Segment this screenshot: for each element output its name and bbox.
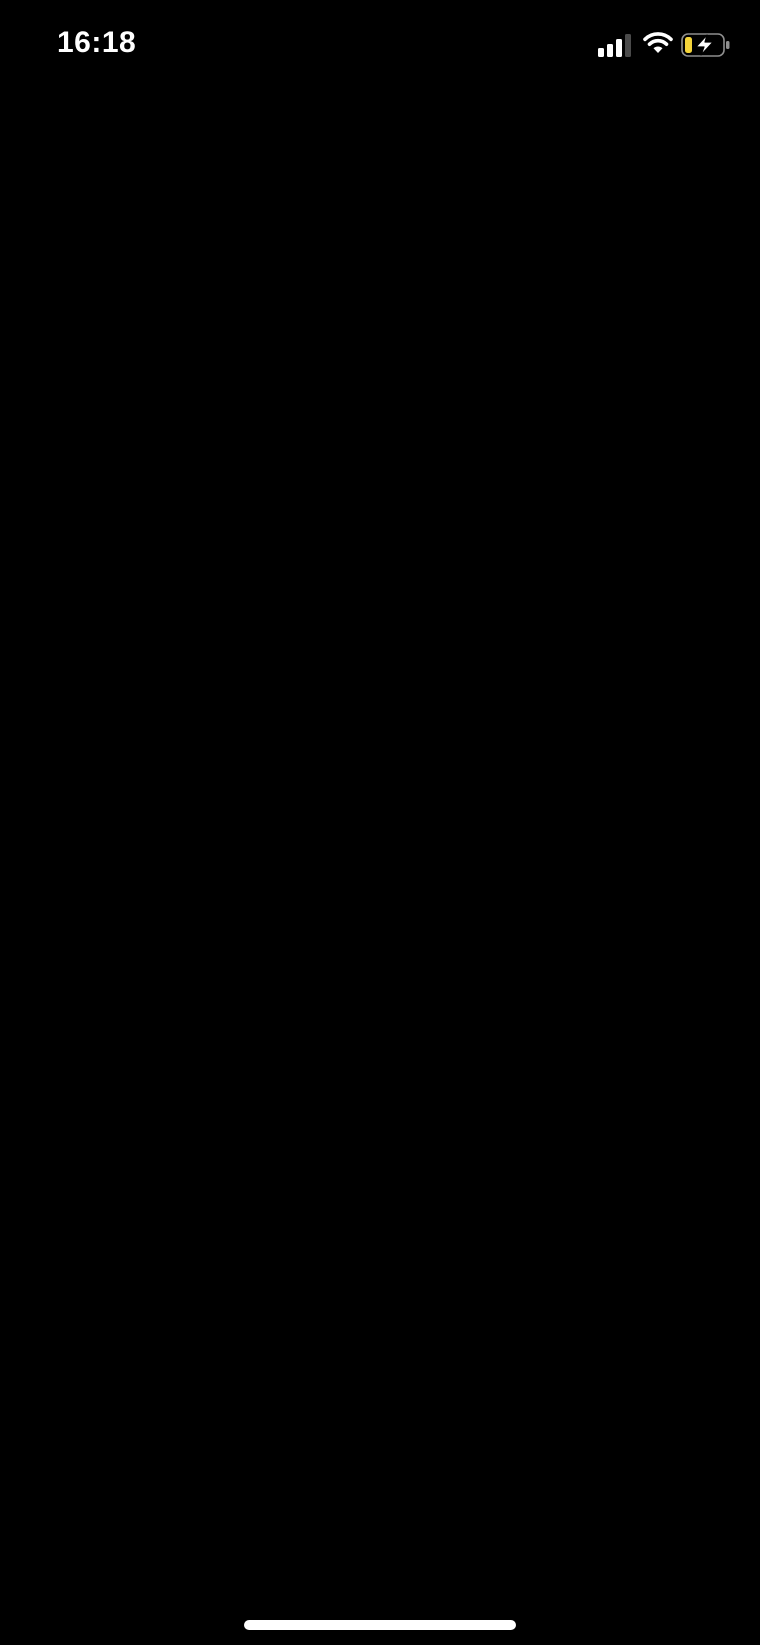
- signal-bar-4: [625, 34, 631, 57]
- status-time: 16:18: [57, 26, 137, 59]
- cellular-signal-icon: [598, 34, 631, 57]
- status-bar: 16:18: [0, 0, 760, 92]
- battery-charging-icon: [681, 33, 730, 57]
- home-indicator[interactable]: [244, 1620, 516, 1630]
- wifi-icon: [643, 32, 673, 53]
- phone-screen: 16:18: [0, 0, 760, 1645]
- signal-bar-3: [616, 39, 622, 57]
- blank-content-area: [0, 92, 760, 1592]
- signal-bar-1: [598, 48, 604, 57]
- signal-bar-2: [607, 44, 613, 57]
- battery-level-fill: [685, 37, 692, 53]
- charging-bolt-icon: [695, 34, 714, 56]
